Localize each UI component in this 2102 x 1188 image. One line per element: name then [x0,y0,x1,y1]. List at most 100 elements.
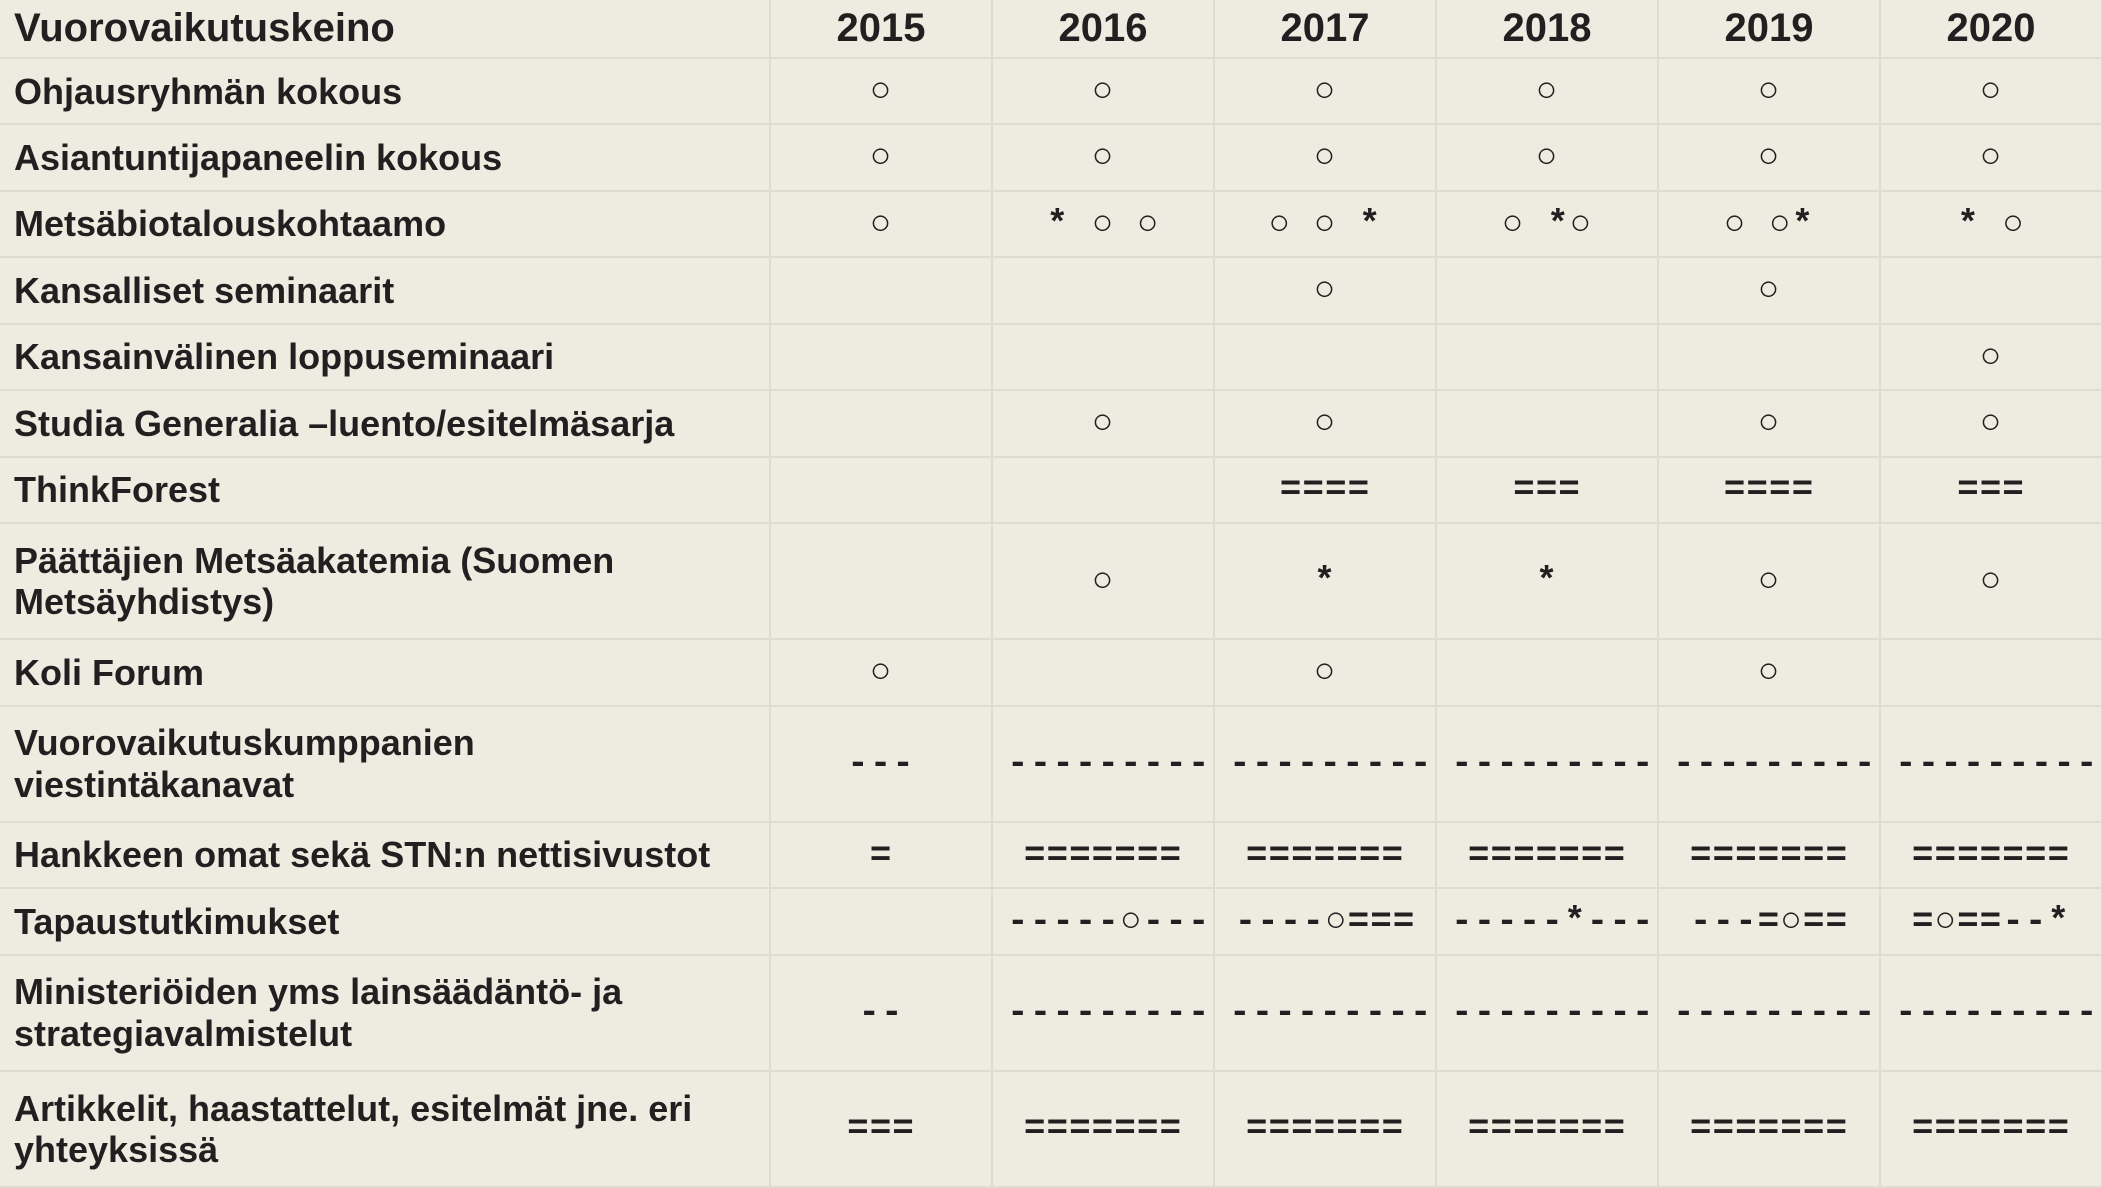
table-row: Koli Forum○○○ [0,639,2102,705]
table-row: Kansalliset seminaarit ○ ○ [0,257,2102,323]
table-row: Studia Generalia –luento/esitelmäsarja ○ ○… [0,390,2102,456]
row-cell: ======= [1880,822,2102,888]
row-cell [1880,639,2102,705]
row-cell: -----○---- [992,888,1214,954]
row-cell: ○ [992,58,1214,124]
row-cell: ======= [1658,822,1880,888]
header-year-2016: 2016 [992,0,1214,58]
row-label: Ohjausryhmän kokous [0,58,770,124]
row-cell: ----------- [1436,955,1658,1071]
row-cell: ○ [1880,58,2102,124]
row-label: Päättäjien Metsäakatemia (Suomen Metsäyh… [0,523,770,639]
row-cell: =○==--* [1880,888,2102,954]
table-row: Tapaustutkimukset-----○--------○===-----… [0,888,2102,954]
row-label: Vuorovaikutuskumppanien viestintäkanavat [0,706,770,822]
row-cell [1436,639,1658,705]
row-cell: ○ [1214,58,1436,124]
row-cell: ○ [1658,124,1880,190]
row-cell: * [1214,523,1436,639]
row-cell: ----------- [1214,955,1436,1071]
row-cell [1880,257,2102,323]
row-cell: -- [770,955,992,1071]
table-header-row: Vuorovaikutuskeino 2015 2016 2017 2018 2… [0,0,2102,58]
row-cell: ○ ○ * [1214,191,1436,257]
row-cell: === [770,1071,992,1187]
table-body: Ohjausryhmän kokous○○○○○○Asiantuntijapan… [0,58,2102,1187]
row-cell: ----------- [1880,706,2102,822]
row-cell [770,390,992,456]
table-row: ThinkForest============== [0,457,2102,523]
row-cell [1658,324,1880,390]
row-cell [992,257,1214,323]
row-cell [770,324,992,390]
row-cell: === [1880,457,2102,523]
row-cell: ○ [1658,639,1880,705]
row-label: Artikkelit, haastattelut, esitelmät jne.… [0,1071,770,1187]
row-cell: ○ [1214,639,1436,705]
row-cell: ----○=== [1214,888,1436,954]
header-year-2019: 2019 [1658,0,1880,58]
table-row: Ministeriöiden yms lainsäädäntö- ja stra… [0,955,2102,1071]
row-cell: ○ [1658,257,1880,323]
row-cell [992,639,1214,705]
table-row: Hankkeen omat sekä STN:n nettisivustot==… [0,822,2102,888]
row-cell: * [1436,523,1658,639]
row-cell [1214,324,1436,390]
row-cell: ----------- [992,706,1214,822]
row-cell [992,457,1214,523]
row-cell: ○ ○* [1658,191,1880,257]
row-cell: ○ [1658,58,1880,124]
row-cell: ○ [1214,257,1436,323]
row-cell: ======= [1436,1071,1658,1187]
row-cell: ----------- [1658,706,1880,822]
row-cell: ----------- [1658,955,1880,1071]
row-cell: ======= [1658,1071,1880,1187]
row-cell [1436,390,1658,456]
table-row: Metsäbiotalouskohtaamo○* ○ ○○ ○ *○ *○○ ○… [0,191,2102,257]
row-cell: ○ [1214,124,1436,190]
row-cell: --- [770,706,992,822]
row-label: Kansalliset seminaarit [0,257,770,323]
row-cell: ○ [1658,390,1880,456]
row-cell: ○ [1880,324,2102,390]
row-cell: * ○ ○ [992,191,1214,257]
table-row: Ohjausryhmän kokous○○○○○○ [0,58,2102,124]
row-label: ThinkForest [0,457,770,523]
row-cell: ○ [770,639,992,705]
row-cell: ○ [1658,523,1880,639]
table-row: Kansainvälinen loppuseminaari ○ [0,324,2102,390]
row-label: Ministeriöiden yms lainsäädäntö- ja stra… [0,955,770,1071]
interaction-timeline-table: Vuorovaikutuskeino 2015 2016 2017 2018 2… [0,0,2102,1188]
row-label: Studia Generalia –luento/esitelmäsarja [0,390,770,456]
row-cell [1436,257,1658,323]
header-year-2018: 2018 [1436,0,1658,58]
row-cell: === [1436,457,1658,523]
row-cell [770,257,992,323]
header-year-2015: 2015 [770,0,992,58]
row-cell [770,523,992,639]
row-cell: ○ [770,58,992,124]
row-label: Tapaustutkimukset [0,888,770,954]
row-cell: ○ [992,390,1214,456]
document-page: Vuorovaikutuskeino 2015 2016 2017 2018 2… [0,0,2102,1188]
row-cell: ----------- [1436,706,1658,822]
row-cell: ======= [992,822,1214,888]
row-cell: ======= [992,1071,1214,1187]
header-year-2017: 2017 [1214,0,1436,58]
table-row: Asiantuntijapaneelin kokous○○○○○○ [0,124,2102,190]
row-cell [1436,324,1658,390]
row-cell: ○ *○ [1436,191,1658,257]
row-label: Hankkeen omat sekä STN:n nettisivustot [0,822,770,888]
row-cell: ======= [1214,1071,1436,1187]
row-cell: = [770,822,992,888]
row-cell [770,888,992,954]
row-cell: ======= [1880,1071,2102,1187]
row-cell: ○ [992,124,1214,190]
table-row: Päättäjien Metsäakatemia (Suomen Metsäyh… [0,523,2102,639]
row-cell: ○ [770,191,992,257]
row-cell: ○ [992,523,1214,639]
row-cell: ---=○== [1658,888,1880,954]
row-label: Kansainvälinen loppuseminaari [0,324,770,390]
row-cell: ==== [1658,457,1880,523]
row-cell: ○ [1880,124,2102,190]
